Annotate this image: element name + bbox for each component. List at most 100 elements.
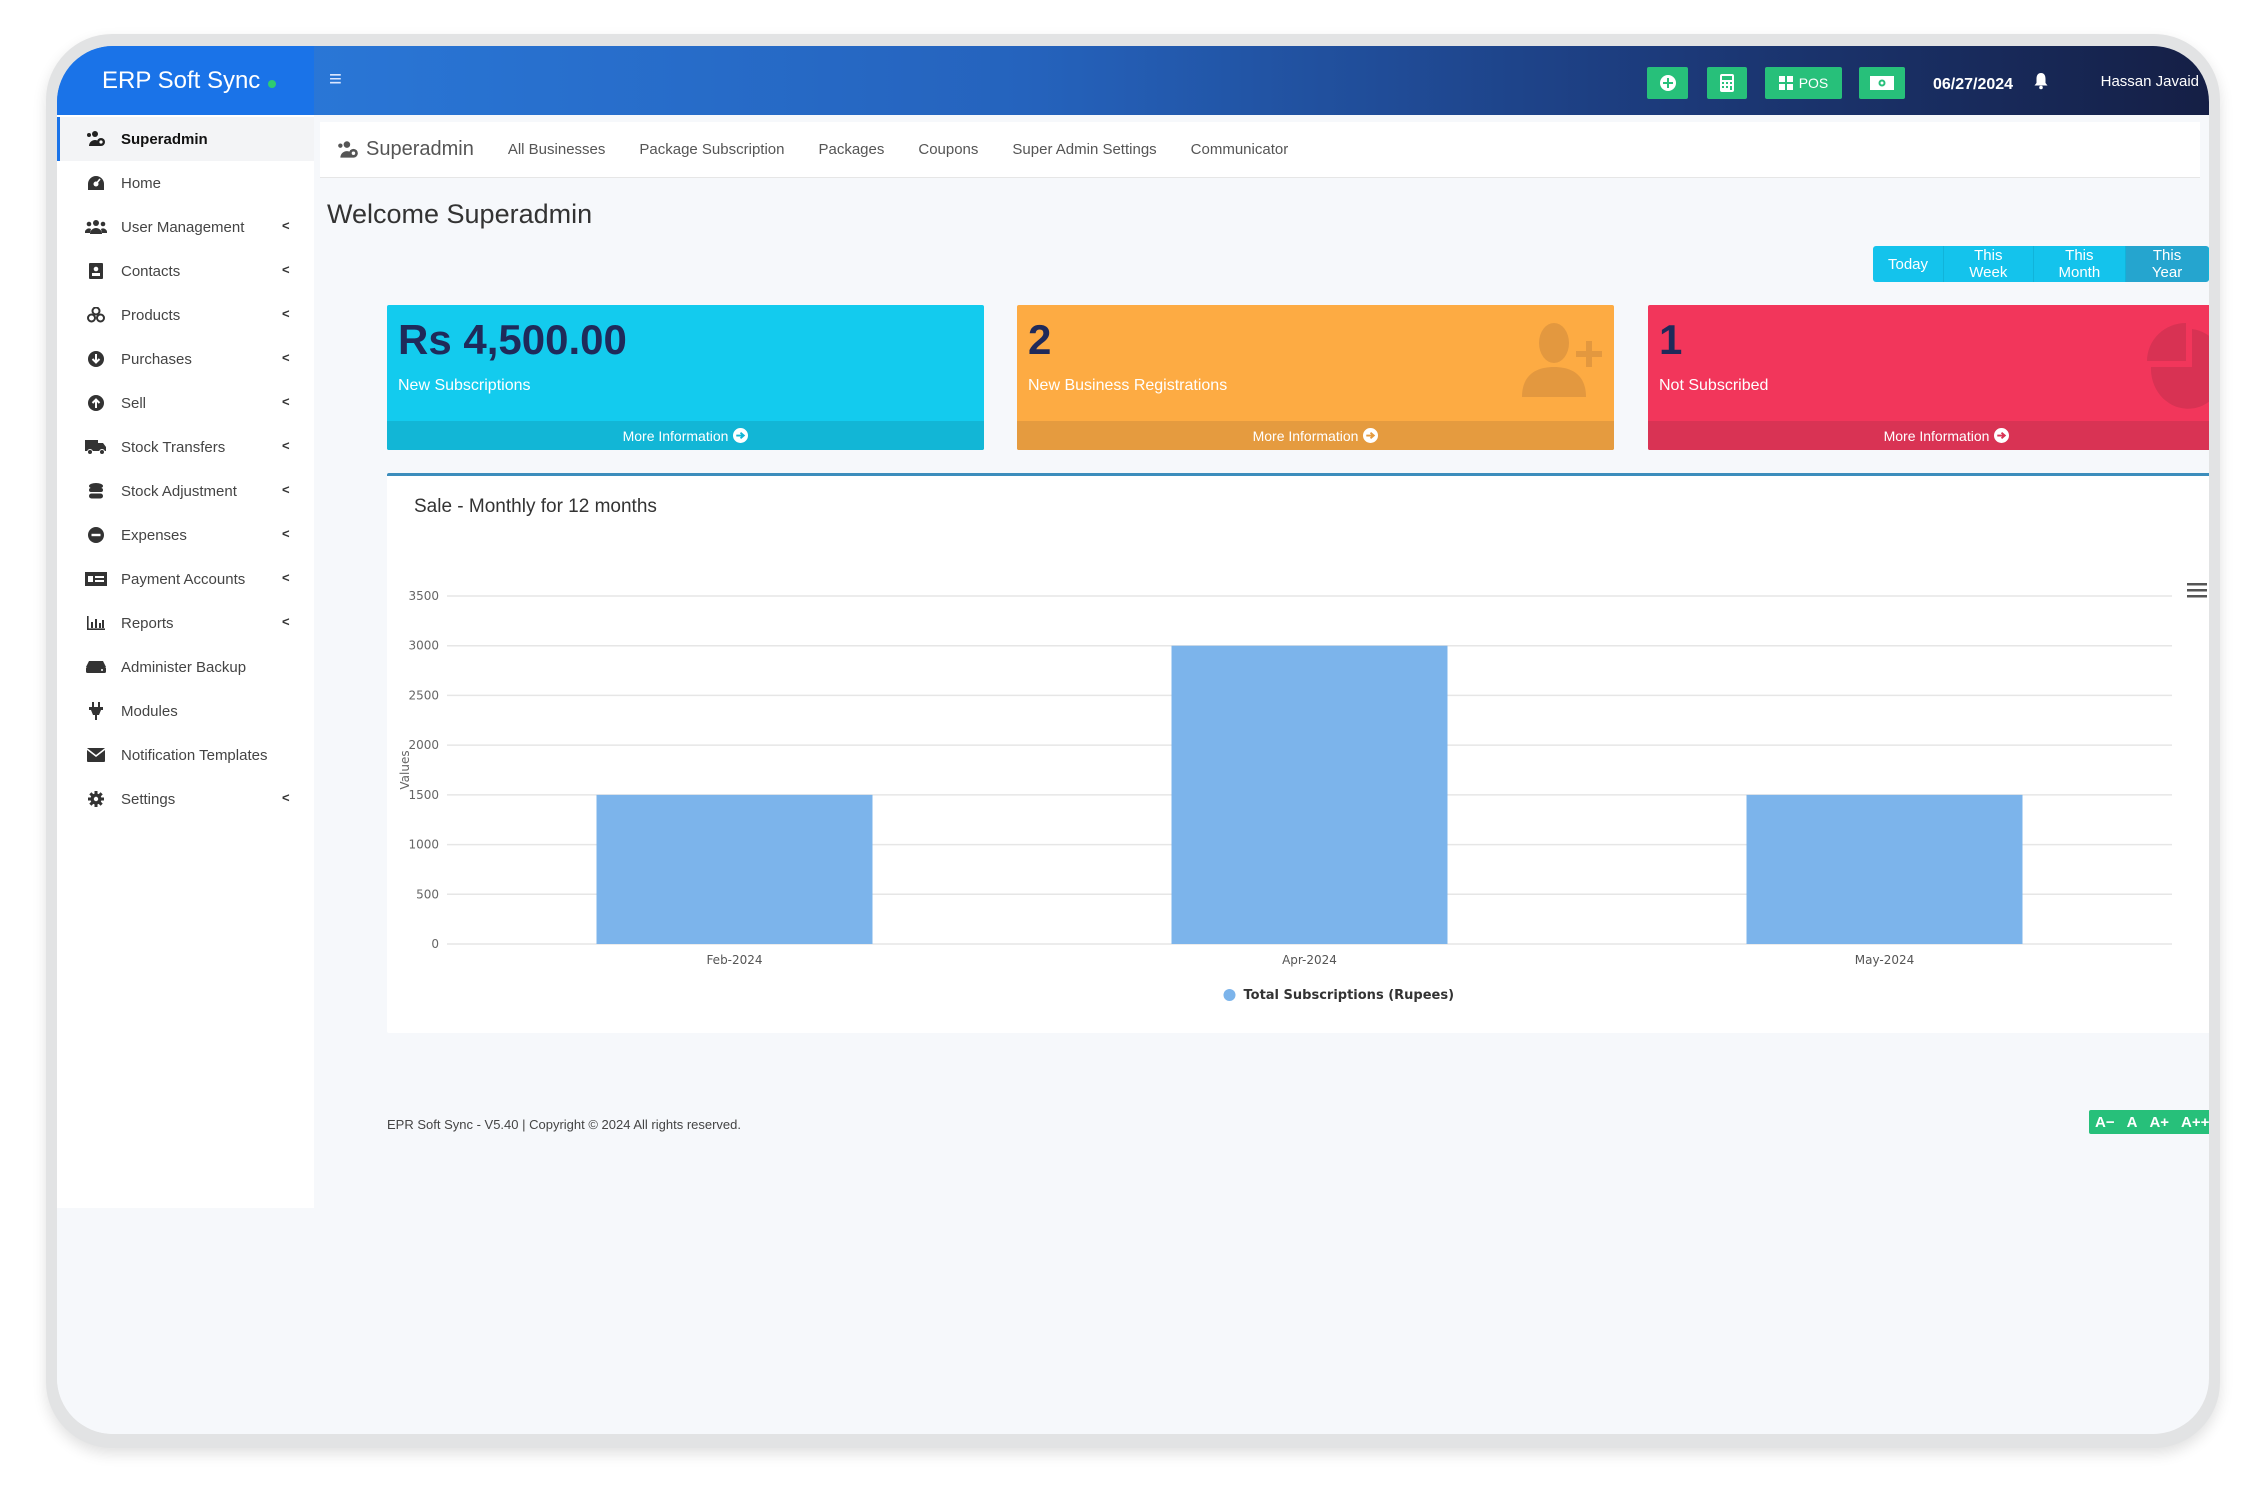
font-size-controls: A− A A+ A++ bbox=[2089, 1110, 2209, 1134]
main-content: Superadmin All Businesses Package Subscr… bbox=[314, 115, 2209, 1434]
subnav-home-link[interactable]: Superadmin bbox=[336, 138, 474, 161]
sidebar-item-settings[interactable]: Settings < bbox=[57, 777, 314, 821]
user-plus-icon bbox=[1522, 323, 1602, 397]
font-decrease-button[interactable]: A− bbox=[2095, 1114, 2115, 1131]
arrow-circle-right-icon bbox=[733, 428, 749, 443]
range-this-year-button[interactable]: This Year bbox=[2126, 246, 2209, 282]
more-information-label: More Information bbox=[622, 427, 729, 444]
brand-logo[interactable]: ERP Soft Sync bbox=[57, 46, 314, 115]
stat-card-new-subscriptions: Rs 4,500.00 New Subscriptions More Infor… bbox=[387, 305, 984, 450]
chevron-left-icon: < bbox=[282, 306, 290, 321]
sidebar-item-modules[interactable]: Modules bbox=[57, 689, 314, 733]
sidebar-item-label: Purchases bbox=[121, 350, 192, 368]
chevron-left-icon: < bbox=[282, 570, 290, 585]
gear-icon bbox=[85, 790, 107, 808]
more-information-link[interactable]: More Information bbox=[1648, 421, 2209, 450]
sidebar-item-label: Stock Transfers bbox=[121, 438, 226, 456]
date-range-filter: Today This Week This Month This Year bbox=[1873, 246, 2209, 282]
arrow-circle-right-icon bbox=[1363, 428, 1379, 443]
subnav-coupons[interactable]: Coupons bbox=[918, 141, 978, 158]
user-menu[interactable]: Hassan Javaid bbox=[2087, 73, 2199, 90]
chart-menu-icon[interactable] bbox=[2187, 582, 2207, 603]
pie-chart-icon bbox=[2147, 323, 2209, 409]
stat-card-new-business-registrations: 2 New Business Registrations More Inform… bbox=[1017, 305, 1614, 450]
stat-value: 2 bbox=[1028, 316, 1052, 363]
more-information-link[interactable]: More Information bbox=[1017, 421, 1614, 450]
subnav-communicator[interactable]: Communicator bbox=[1191, 141, 1289, 158]
bar-may-2024 bbox=[1746, 794, 2023, 944]
users-cog-icon bbox=[85, 130, 107, 148]
sidebar-item-superadmin[interactable]: Superadmin bbox=[57, 117, 314, 161]
chevron-left-icon: < bbox=[282, 482, 290, 497]
sidebar-item-payment-accounts[interactable]: Payment Accounts < bbox=[57, 557, 314, 601]
sidebar-item-label: Settings bbox=[121, 790, 176, 808]
calculator-icon bbox=[1720, 74, 1734, 92]
sidebar-item-notification-templates[interactable]: Notification Templates bbox=[57, 733, 314, 777]
subnav-package-subscription[interactable]: Package Subscription bbox=[639, 141, 784, 158]
more-information-link[interactable]: More Information bbox=[387, 421, 984, 450]
calculator-button[interactable] bbox=[1707, 67, 1747, 99]
notifications-bell-icon[interactable] bbox=[2034, 72, 2048, 95]
sidebar-item-stock-transfers[interactable]: Stock Transfers < bbox=[57, 425, 314, 469]
pos-label: POS bbox=[1798, 75, 1829, 91]
y-tick-label: 500 bbox=[416, 887, 439, 901]
bar-feb-2024 bbox=[596, 794, 873, 944]
sidebar-item-label: Administer Backup bbox=[121, 658, 247, 676]
dashboard-icon bbox=[85, 174, 107, 192]
sidebar-item-stock-adjustment[interactable]: Stock Adjustment < bbox=[57, 469, 314, 513]
database-icon bbox=[85, 482, 107, 500]
sidebar-item-products[interactable]: Products < bbox=[57, 293, 314, 337]
sidebar-item-label: Payment Accounts bbox=[121, 570, 246, 588]
sidebar-item-user-management[interactable]: User Management < bbox=[57, 205, 314, 249]
stat-card-not-subscribed: 1 Not Subscribed More Information bbox=[1648, 305, 2209, 450]
truck-icon bbox=[85, 438, 107, 456]
money-icon bbox=[1870, 76, 1894, 90]
bar-chart-icon bbox=[85, 614, 107, 632]
y-tick-label: 2500 bbox=[408, 688, 439, 702]
sidebar-item-reports[interactable]: Reports < bbox=[57, 601, 314, 645]
chevron-left-icon: < bbox=[282, 790, 290, 805]
sidebar-item-administer-backup[interactable]: Administer Backup bbox=[57, 645, 314, 689]
y-tick-label: 1000 bbox=[408, 838, 439, 852]
add-button[interactable] bbox=[1647, 67, 1688, 99]
sidebar-item-contacts[interactable]: Contacts < bbox=[57, 249, 314, 293]
y-tick-label: 1500 bbox=[408, 788, 439, 802]
top-navbar: ERP Soft Sync ≡ POS 06/27/2024 Hassan Ja… bbox=[57, 46, 2209, 115]
subnav-home-label: Superadmin bbox=[366, 138, 474, 160]
sidebar-item-label: Sell bbox=[121, 394, 147, 412]
subnav-super-admin-settings[interactable]: Super Admin Settings bbox=[1012, 141, 1156, 158]
range-this-month-button[interactable]: This Month bbox=[2033, 246, 2127, 282]
sales-bar-chart: 0 500 1000 1500 2000 2500 3000 3500 Values Feb-20… bbox=[398, 589, 2172, 1003]
sidebar-item-home[interactable]: Home bbox=[57, 161, 314, 205]
range-today-button[interactable]: Today bbox=[1873, 246, 1945, 282]
x-tick-label: Feb-2024 bbox=[706, 953, 762, 967]
sidebar-item-sell[interactable]: Sell < bbox=[57, 381, 314, 425]
pos-button[interactable]: POS bbox=[1765, 67, 1842, 99]
stat-value: 1 bbox=[1659, 316, 1683, 363]
grid-icon bbox=[1778, 76, 1793, 90]
address-book-icon bbox=[85, 262, 107, 280]
status-dot bbox=[268, 79, 277, 88]
more-information-label: More Information bbox=[1883, 427, 1990, 444]
font-increase-more-button[interactable]: A++ bbox=[2181, 1114, 2209, 1131]
sidebar-toggle-button[interactable]: ≡ bbox=[329, 66, 342, 92]
cash-button[interactable] bbox=[1859, 67, 1905, 99]
legend-marker bbox=[1223, 989, 1236, 1001]
app-window: ERP Soft Sync ≡ POS 06/27/2024 Hassan Ja… bbox=[57, 46, 2209, 1434]
y-tick-label: 3500 bbox=[408, 589, 439, 603]
chevron-left-icon: < bbox=[282, 614, 290, 629]
font-reset-button[interactable]: A bbox=[2127, 1114, 2138, 1131]
sidebar-item-expenses[interactable]: Expenses < bbox=[57, 513, 314, 557]
subnav-packages[interactable]: Packages bbox=[818, 141, 884, 158]
sidebar-item-purchases[interactable]: Purchases < bbox=[57, 337, 314, 381]
superadmin-subnav: Superadmin All Businesses Package Subscr… bbox=[320, 122, 2200, 178]
font-increase-button[interactable]: A+ bbox=[2149, 1114, 2169, 1131]
sidebar-item-label: Products bbox=[121, 306, 181, 324]
sidebar-item-label: Home bbox=[121, 174, 162, 192]
sidebar-item-label: Superadmin bbox=[121, 130, 208, 148]
footer-copyright: EPR Soft Sync - V5.40 | Copyright © 2024… bbox=[387, 1117, 742, 1132]
more-information-label: More Information bbox=[1252, 427, 1359, 444]
subnav-all-businesses[interactable]: All Businesses bbox=[508, 141, 606, 158]
arrow-circle-right-icon bbox=[1994, 428, 2010, 443]
range-this-week-button[interactable]: This Week bbox=[1944, 246, 2034, 282]
